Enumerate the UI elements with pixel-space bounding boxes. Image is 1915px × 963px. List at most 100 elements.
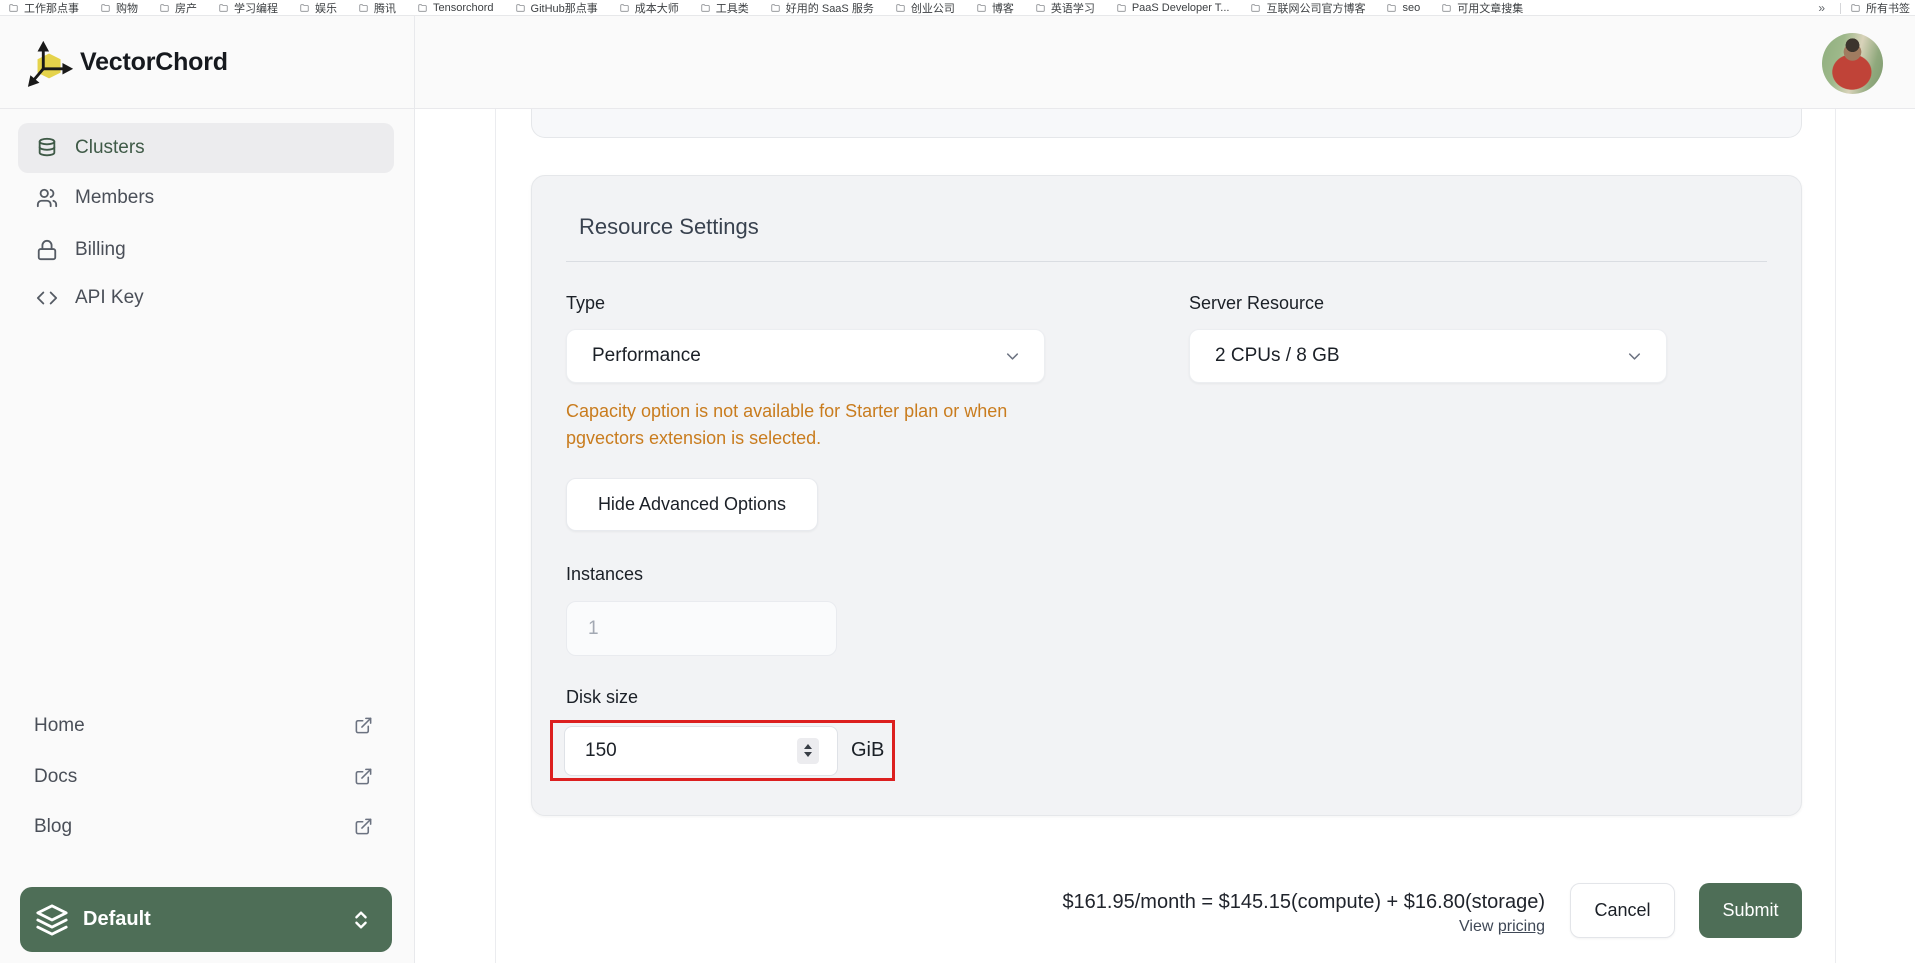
chevron-down-icon	[1628, 352, 1641, 360]
type-label: Type	[566, 293, 606, 313]
folder-icon	[219, 3, 228, 12]
sidebar-item-label: Clusters	[75, 137, 145, 158]
bookmarks-separator	[1840, 2, 1841, 14]
bookmark-item[interactable]: 好用的 SaaS 服务	[770, 0, 874, 15]
external-link-icon	[355, 818, 372, 835]
disk-size-unit: GiB	[851, 739, 885, 761]
server-resource-select[interactable]: 2 CPUs / 8 GB	[1189, 329, 1667, 383]
bookmark-item[interactable]: PaaS Developer T...	[1116, 2, 1229, 14]
server-resource-label: Server Resource	[1189, 293, 1325, 313]
card-title: Resource Settings	[579, 214, 759, 239]
all-bookmarks-button[interactable]: 所有书签	[1850, 0, 1910, 15]
chevron-down-icon	[1006, 352, 1019, 360]
sidebar-item-billing[interactable]: Billing	[18, 225, 394, 275]
folder-icon	[1387, 3, 1397, 12]
sidebar-item-label: Billing	[75, 239, 126, 260]
bookmark-item[interactable]: 博客	[976, 0, 1014, 15]
sidebar-item-members[interactable]: Members	[18, 173, 394, 223]
sidebar-link-docs[interactable]: Docs	[0, 762, 414, 796]
sidebar-item-label: API Key	[75, 287, 144, 308]
bookmark-item[interactable]: 成本大师	[619, 0, 679, 15]
bookmarks-overflow-chevron[interactable]: »	[1812, 1, 1831, 15]
bookmark-item[interactable]: GitHub那点事	[515, 0, 598, 15]
disk-size-input[interactable]: 150	[564, 725, 838, 776]
folder-icon	[1117, 3, 1126, 12]
type-value: Performance	[592, 345, 701, 366]
sidebar-item-label: Members	[75, 187, 155, 208]
folder-icon	[620, 3, 629, 12]
disk-size-highlight-annotation: 150 GiB	[550, 720, 895, 781]
bookmark-item[interactable]: 工作那点事	[8, 0, 79, 15]
bookmarks-right-group: » 所有书签	[1804, 0, 1910, 15]
bookmark-item[interactable]: 学习编程	[218, 0, 278, 15]
header-bar	[415, 16, 1915, 109]
chevrons-up-down-icon	[355, 910, 367, 929]
view-pricing-line: View pricing	[1459, 918, 1545, 935]
stepper-up-icon[interactable]	[804, 744, 812, 749]
disk-size-value: 150	[585, 739, 617, 761]
folder-icon	[896, 3, 905, 12]
vectorchord-logo-icon	[27, 41, 73, 87]
bookmark-item[interactable]: 房产	[159, 0, 197, 15]
previous-card-edge	[531, 109, 1802, 138]
sidebar-item-clusters[interactable]: Clusters	[18, 123, 394, 173]
bookmark-item[interactable]: seo	[1386, 2, 1420, 14]
server-resource-value: 2 CPUs / 8 GB	[1215, 345, 1340, 366]
brand-name[interactable]: VectorChord	[80, 48, 228, 77]
sidebar-link-home[interactable]: Home	[0, 711, 414, 745]
lock-icon	[37, 239, 57, 261]
instances-value: 1	[588, 617, 599, 639]
submit-button[interactable]: Submit	[1699, 883, 1802, 938]
bookmarks-bar: 工作那点事 购物 房产 学习编程 娱乐 腾讯 Tensorchord GitHub那点事 成本大…	[0, 0, 1915, 16]
bookmark-item[interactable]: 英语学习	[1035, 0, 1095, 15]
folder-icon	[359, 3, 368, 12]
bookmark-item[interactable]: 工具类	[700, 0, 749, 15]
users-icon	[36, 188, 58, 208]
content-left-border	[495, 109, 496, 963]
sidebar-item-api-key[interactable]: API Key	[18, 273, 394, 323]
disk-size-label: Disk size	[566, 687, 639, 707]
type-select[interactable]: Performance	[566, 329, 1045, 383]
user-avatar[interactable]	[1822, 33, 1883, 94]
bookmark-item[interactable]: 可用文章搜集	[1441, 0, 1523, 15]
card-divider	[566, 261, 1767, 262]
content-right-border	[1835, 109, 1836, 963]
price-summary-block: $161.95/month = $145.15(compute) + $16.8…	[1062, 889, 1545, 939]
bookmark-item[interactable]: 购物	[100, 0, 138, 15]
project-switcher[interactable]: Default	[20, 887, 392, 952]
bookmark-item[interactable]: 娱乐	[299, 0, 337, 15]
instances-input[interactable]: 1	[566, 601, 837, 656]
project-name: Default	[83, 908, 151, 930]
bookmark-item[interactable]: 互联网公司官方博客	[1250, 0, 1365, 15]
number-stepper[interactable]	[797, 737, 819, 764]
price-summary: $161.95/month = $145.15(compute) + $16.8…	[1062, 891, 1545, 913]
external-link-icon	[355, 717, 372, 734]
folder-icon	[418, 3, 427, 12]
sidebar-link-blog[interactable]: Blog	[0, 812, 414, 846]
hide-advanced-options-button[interactable]: Hide Advanced Options	[566, 478, 818, 531]
code-icon	[36, 291, 58, 305]
folder-icon	[160, 3, 169, 12]
folder-icon	[515, 3, 525, 12]
folder-icon	[1036, 3, 1045, 12]
bookmark-item[interactable]: 创业公司	[895, 0, 955, 15]
sidebar: VectorChord Clusters Members Billing API…	[0, 16, 415, 963]
folder-icon	[771, 3, 780, 12]
folder-icon	[701, 3, 710, 12]
database-icon	[38, 137, 56, 157]
cancel-button[interactable]: Cancel	[1570, 883, 1675, 938]
folder-icon	[1442, 3, 1451, 12]
folder-icon	[1251, 3, 1261, 12]
capacity-warning-text: Capacity option is not available for Sta…	[566, 401, 1008, 448]
stepper-down-icon[interactable]	[804, 752, 812, 757]
layers-icon	[36, 903, 68, 936]
bookmark-item[interactable]: Tensorchord	[417, 2, 494, 14]
pricing-link[interactable]: pricing	[1498, 918, 1545, 935]
folder-icon	[1851, 4, 1860, 12]
bookmark-item[interactable]: 腾讯	[358, 0, 396, 15]
app-window: 工作那点事 购物 房产 学习编程 娱乐 腾讯 Tensorchord GitHub那点事 成本大…	[0, 0, 1915, 963]
folder-icon	[300, 3, 309, 12]
folder-icon	[9, 3, 18, 12]
instances-label: Instances	[566, 564, 644, 584]
folder-icon	[977, 3, 986, 12]
